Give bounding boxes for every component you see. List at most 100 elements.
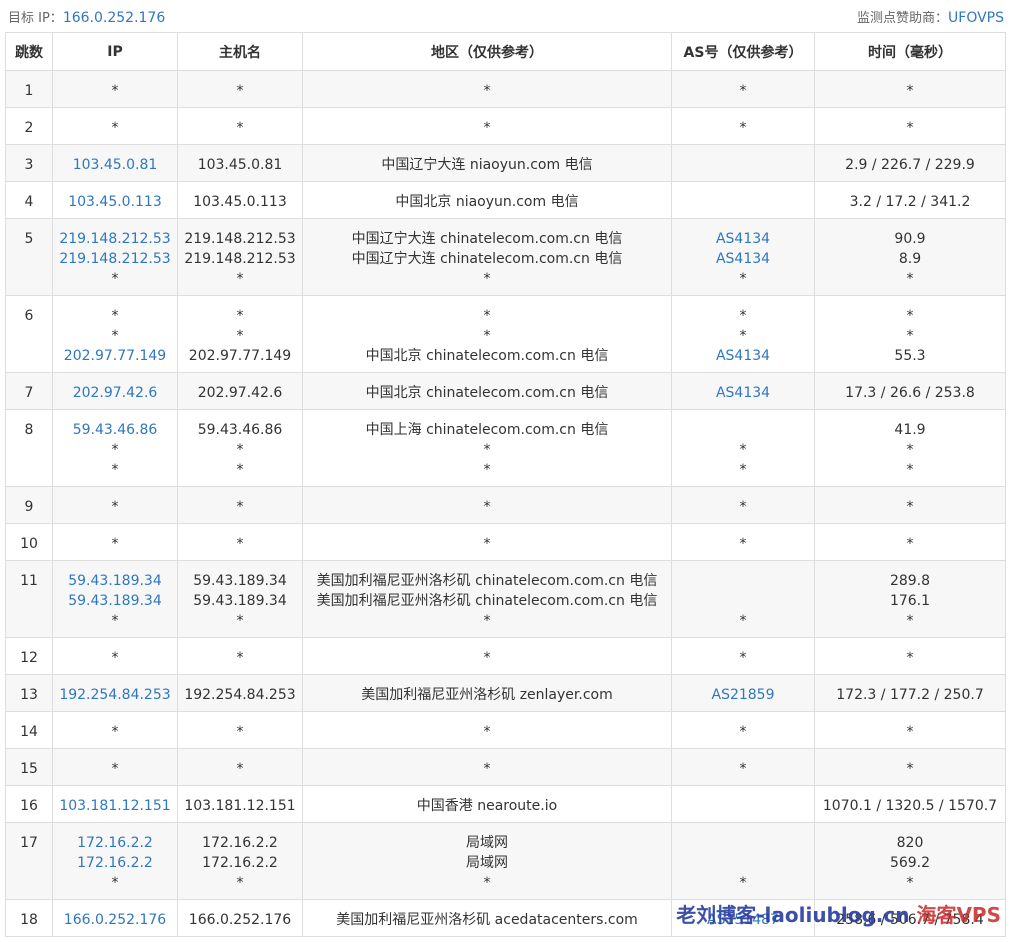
time-cell: * [814, 637, 1006, 675]
ip-cell: * [52, 523, 178, 561]
time-cell: * [814, 711, 1006, 749]
as-value[interactable]: AS4134 [672, 249, 814, 269]
hostname-value: * [236, 308, 244, 324]
hostname-cell: 192.254.84.253 [177, 674, 303, 712]
ip-value: * [111, 536, 119, 552]
region-value: * [483, 308, 491, 324]
hostname-value: 202.97.42.6 [197, 385, 283, 401]
time-cell: 820 569.2 * [814, 822, 1006, 900]
hostname-value: 59.43.46.86 [197, 422, 283, 438]
region-value: 局域网 [466, 835, 508, 851]
as-cell [671, 144, 815, 182]
hostname-cell: * [177, 523, 303, 561]
region-value: * [483, 442, 491, 458]
as-cell: * * [671, 409, 815, 487]
hostname-cell: * [177, 486, 303, 524]
as-value[interactable]: AS21859 [672, 685, 814, 705]
hop-cell: 15 [5, 748, 53, 786]
as-value[interactable]: AS4134 [672, 383, 814, 403]
ip-cell: 219.148.212.53 219.148.212.53 * [52, 218, 178, 296]
ip-cell: * [52, 70, 178, 108]
region-value: 美国加利福尼亚州洛杉矶 acedatacenters.com [336, 912, 638, 928]
time-cell: * [814, 748, 1006, 786]
hostname-value: 59.43.189.34 [193, 593, 287, 609]
as-value [672, 420, 814, 440]
ip-value[interactable]: 103.181.12.151 [53, 796, 177, 816]
table-row: 7 202.97.42.6 202.97.42.6 中国北京 chinatelecom… [5, 372, 1006, 410]
as-cell: * [671, 637, 815, 675]
ip-cell: * [52, 486, 178, 524]
region-cell: 中国北京 niaoyun.com 电信 [302, 181, 672, 219]
col-header-time: 时间（毫秒） [814, 32, 1006, 71]
ip-value[interactable]: 219.148.212.53 [53, 229, 177, 249]
table-row: 17 172.16.2.2 172.16.2.2 * 172.16.2.2 172.16.… [5, 822, 1006, 900]
hostname-cell: * [177, 711, 303, 749]
table-row: 1 * * * * * [5, 70, 1006, 108]
hostname-cell: 103.45.0.81 [177, 144, 303, 182]
ip-value: * [111, 761, 119, 777]
col-header-ip: IP [52, 32, 178, 71]
hostname-value: * [236, 724, 244, 740]
as-cell [671, 181, 815, 219]
region-value: * [483, 83, 491, 99]
as-value: * [739, 875, 747, 891]
time-cell: * [814, 70, 1006, 108]
ip-value[interactable]: 172.16.2.2 [53, 833, 177, 853]
region-cell: 中国辽宁大连 niaoyun.com 电信 [302, 144, 672, 182]
hostname-value: 219.148.212.53 [184, 231, 296, 247]
as-cell: AS4134 AS4134 * [671, 218, 815, 296]
region-value: * [483, 120, 491, 136]
ip-cell: 202.97.42.6 [52, 372, 178, 410]
hostname-value: * [236, 462, 244, 478]
table-row: 4 103.45.0.113 103.45.0.113 中国北京 niaoyun.co… [5, 181, 1006, 219]
as-value [672, 833, 814, 853]
hostname-value: 103.181.12.151 [184, 798, 296, 814]
ip-value[interactable]: 59.43.189.34 [53, 591, 177, 611]
as-value[interactable]: AS4134 [672, 229, 814, 249]
time-cell: 90.9 8.9 * [814, 218, 1006, 296]
time-value: 17.3 / 26.6 / 253.8 [845, 385, 975, 401]
ip-cell: * [52, 711, 178, 749]
ip-value[interactable]: 202.97.77.149 [53, 346, 177, 366]
time-cell: 17.3 / 26.6 / 253.8 [814, 372, 1006, 410]
ip-value[interactable]: 172.16.2.2 [53, 853, 177, 873]
ip-value[interactable]: 103.45.0.81 [53, 155, 177, 175]
region-value: 美国加利福尼亚州洛杉矶 chinatelecom.com.cn 电信 [316, 573, 658, 589]
ip-cell: * [52, 748, 178, 786]
time-cell: 1070.1 / 1320.5 / 1570.7 [814, 785, 1006, 823]
hostname-value: * [236, 761, 244, 777]
table-row: 6 * * 202.97.77.149 * * 202.97.77.149 * * 中国北京 ch… [5, 295, 1006, 373]
as-value[interactable]: AS151487 [672, 910, 814, 930]
as-value[interactable]: AS4134 [672, 346, 814, 366]
as-cell: * [671, 107, 815, 145]
ip-value: * [111, 613, 119, 629]
target-ip-link[interactable]: 166.0.252.176 [63, 10, 165, 26]
ip-value[interactable]: 166.0.252.176 [53, 910, 177, 930]
ip-cell: 103.45.0.113 [52, 181, 178, 219]
ip-value[interactable]: 103.45.0.113 [53, 192, 177, 212]
region-cell: 中国香港 nearoute.io [302, 785, 672, 823]
as-cell: * [671, 560, 815, 638]
ip-value: * [111, 328, 119, 344]
as-cell: * [671, 711, 815, 749]
hostname-value: 192.254.84.253 [184, 687, 296, 703]
ip-value[interactable]: 59.43.46.86 [53, 420, 177, 440]
hostname-value: 103.45.0.81 [197, 157, 283, 173]
ip-value[interactable]: 202.97.42.6 [53, 383, 177, 403]
time-value: 258.6 / 506.7 / 758.4 [836, 912, 984, 928]
hostname-value: 172.16.2.2 [202, 855, 278, 871]
ip-value[interactable]: 219.148.212.53 [53, 249, 177, 269]
as-value: * [739, 442, 747, 458]
table-row: 10 * * * * * [5, 523, 1006, 561]
table-row: 13 192.254.84.253 192.254.84.253 美国加利福尼亚州洛杉… [5, 674, 1006, 712]
time-value: * [906, 442, 914, 458]
ip-value[interactable]: 192.254.84.253 [53, 685, 177, 705]
region-cell: 局域网 局域网 * [302, 822, 672, 900]
as-value: * [739, 724, 747, 740]
sponsor-link[interactable]: UFOVPS [948, 10, 1004, 26]
sponsor-info: 监测点赞助商：UFOVPS [857, 7, 1004, 26]
ip-value[interactable]: 59.43.189.34 [53, 571, 177, 591]
region-value: * [483, 613, 491, 629]
table-row: 11 59.43.189.34 59.43.189.34 * 59.43.189.34 5… [5, 560, 1006, 638]
time-value: * [906, 271, 914, 287]
